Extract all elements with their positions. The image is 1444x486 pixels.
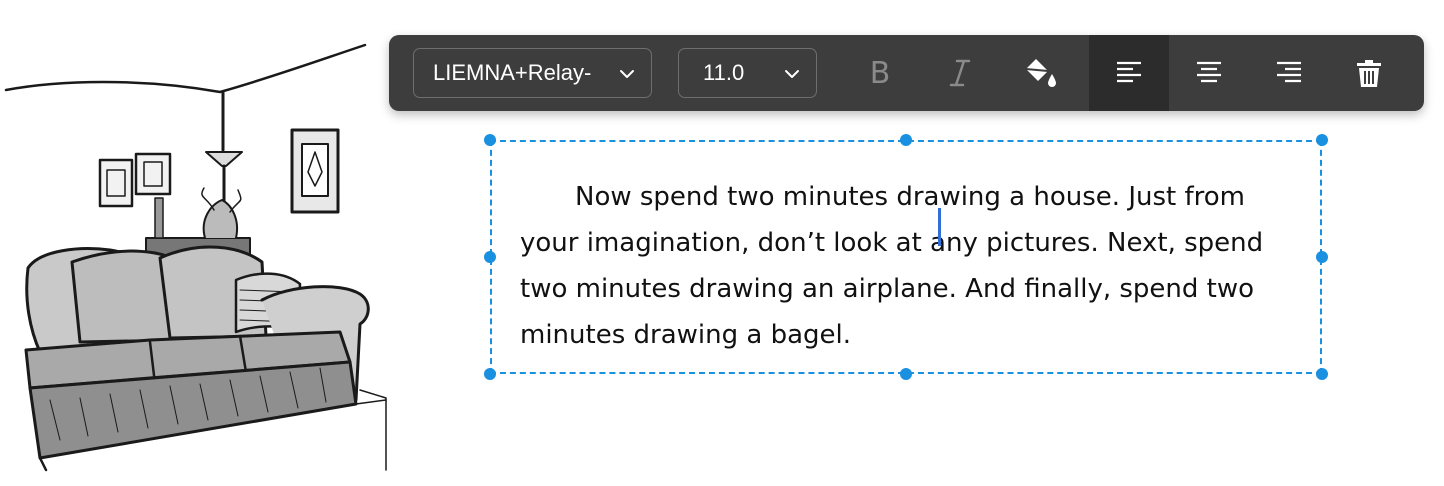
resize-handle-right[interactable] — [1316, 251, 1328, 263]
font-size-dropdown[interactable]: 11.0 — [678, 48, 817, 98]
resize-handle-bottom-right[interactable] — [1316, 368, 1328, 380]
align-right-icon — [1277, 61, 1301, 83]
align-center-button[interactable] — [1169, 35, 1249, 111]
resize-handle-top[interactable] — [900, 134, 912, 146]
italic-button[interactable] — [920, 35, 1000, 111]
italic-icon — [949, 59, 971, 87]
bold-label: B — [869, 55, 891, 91]
resize-handle-top-left[interactable] — [484, 134, 496, 146]
resize-handle-bottom-left[interactable] — [484, 368, 496, 380]
resize-handle-top-right[interactable] — [1316, 134, 1328, 146]
text-format-toolbar: LIEMNA+Relay- 11.0 B — [389, 35, 1424, 111]
bold-button[interactable]: B — [840, 35, 920, 111]
align-left-button[interactable] — [1089, 35, 1169, 111]
chevron-down-icon — [620, 70, 634, 78]
align-right-button[interactable] — [1249, 35, 1329, 111]
delete-button[interactable] — [1329, 35, 1409, 111]
trash-icon — [1357, 60, 1381, 87]
text-cursor — [938, 208, 941, 246]
align-left-icon — [1117, 61, 1141, 83]
living-room-sketch-image — [4, 43, 387, 472]
fill-color-button[interactable] — [1000, 35, 1080, 111]
chevron-down-icon — [785, 70, 799, 78]
font-family-value: LIEMNA+Relay- — [433, 60, 592, 85]
font-size-value: 11.0 — [703, 60, 745, 85]
resize-handle-bottom[interactable] — [900, 368, 912, 380]
text-box[interactable]: Now spend two minutes drawing a house. J… — [484, 134, 1328, 380]
text-box-content[interactable]: Now spend two minutes drawing a house. J… — [520, 174, 1310, 358]
resize-handle-left[interactable] — [484, 251, 496, 263]
align-center-icon — [1197, 61, 1221, 83]
font-family-dropdown[interactable]: LIEMNA+Relay- — [413, 48, 652, 98]
paint-bucket-icon — [1025, 59, 1056, 87]
